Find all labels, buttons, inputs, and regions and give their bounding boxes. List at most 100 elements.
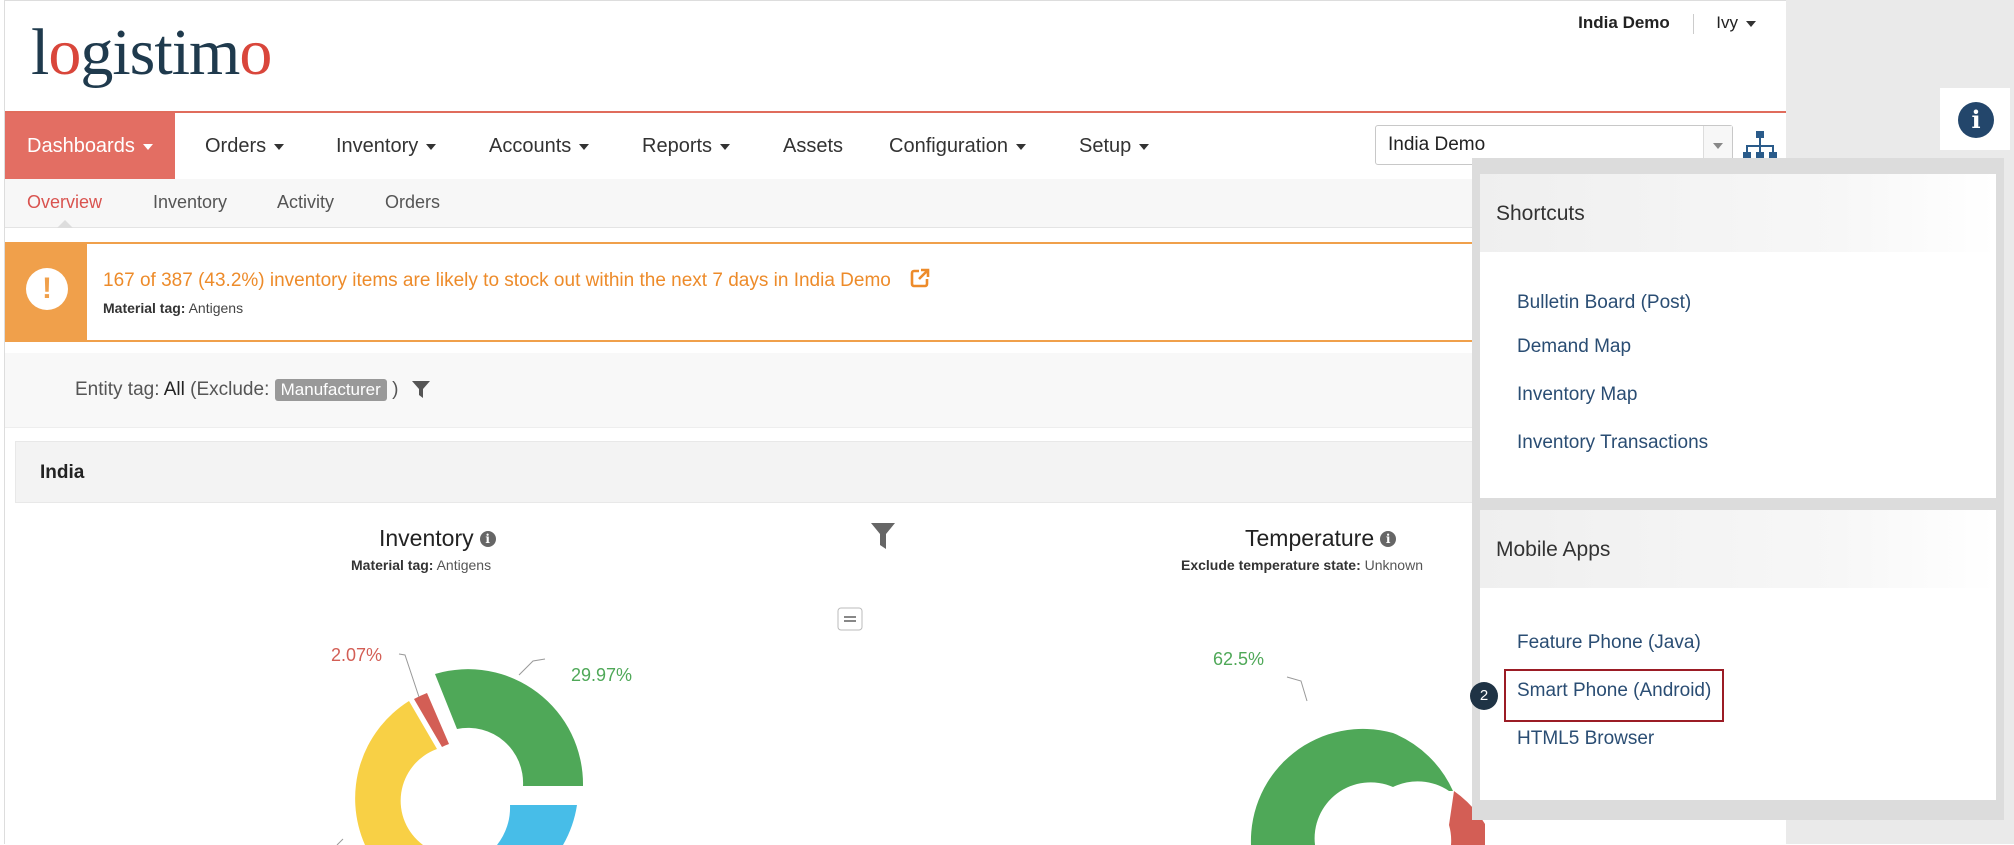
label-leader-line bbox=[398, 653, 420, 698]
link-demand-map[interactable]: Demand Map bbox=[1517, 336, 1631, 358]
link-bulletin-board[interactable]: Bulletin Board (Post) bbox=[1517, 292, 1691, 314]
card-title: Shortcuts bbox=[1496, 202, 1585, 225]
link-inventory-map[interactable]: Inventory Map bbox=[1517, 384, 1637, 406]
temperature-chart-title: Temperature i bbox=[1245, 525, 1397, 552]
tab-inventory[interactable]: Inventory bbox=[153, 179, 227, 227]
logo-letter-o-red: o bbox=[48, 16, 81, 89]
current-domain-name: India Demo bbox=[1578, 13, 1670, 32]
tab-label: Inventory bbox=[153, 192, 228, 212]
chart-sub-label: Material tag: bbox=[351, 557, 434, 573]
nav-label: Orders bbox=[205, 135, 267, 157]
logo-letter-o-red: o bbox=[239, 16, 272, 89]
alert-message-text: 167 of 387 (43.2%) inventory items are l… bbox=[103, 270, 891, 291]
alert-message[interactable]: 167 of 387 (43.2%) inventory items are l… bbox=[103, 268, 930, 292]
user-area: India Demo Ivy bbox=[1578, 13, 1756, 34]
link-inventory-transactions[interactable]: Inventory Transactions bbox=[1517, 432, 1708, 454]
chevron-down-icon bbox=[426, 143, 437, 150]
chevron-down-icon bbox=[142, 143, 153, 150]
nav-setup[interactable]: Setup bbox=[1079, 113, 1150, 179]
chevron-down-icon bbox=[274, 143, 285, 150]
chart-menu-icon[interactable] bbox=[837, 607, 863, 631]
nav-assets[interactable]: Assets bbox=[783, 113, 843, 179]
label-leader-line bbox=[336, 838, 344, 845]
chart-title-text: Temperature bbox=[1245, 525, 1375, 551]
donut-slice-blue[interactable] bbox=[497, 805, 577, 845]
nav-label: Setup bbox=[1079, 135, 1132, 157]
divider bbox=[1692, 13, 1694, 34]
tab-label: Overview bbox=[27, 192, 103, 212]
nav-inventory[interactable]: Inventory bbox=[336, 113, 437, 179]
alert-tag-label: Material tag: bbox=[103, 300, 186, 316]
step-badge: 2 bbox=[1470, 682, 1498, 710]
donut-slice-green[interactable] bbox=[1393, 733, 1453, 791]
donut-slice-green[interactable] bbox=[435, 669, 584, 786]
nav-label: Reports bbox=[642, 135, 713, 157]
entity-tag-value: All bbox=[163, 379, 185, 400]
chevron-down-icon bbox=[720, 143, 731, 150]
chevron-down-icon bbox=[579, 143, 590, 150]
info-icon[interactable]: i bbox=[1958, 102, 1994, 138]
link-html5-browser[interactable]: HTML5 Browser bbox=[1517, 728, 1654, 750]
alert-subtext: Material tag: Antigens bbox=[103, 300, 243, 316]
link-feature-phone[interactable]: Feature Phone (Java) bbox=[1517, 632, 1701, 654]
nav-configuration[interactable]: Configuration bbox=[889, 113, 1026, 179]
filter-icon[interactable] bbox=[411, 380, 430, 399]
logo-letters: gistim bbox=[80, 16, 240, 89]
alert-tag-value: Antigens bbox=[188, 300, 244, 316]
tab-label: Activity bbox=[277, 192, 335, 212]
chart-filter-icon[interactable] bbox=[871, 523, 895, 551]
chart-sub-value: Antigens bbox=[436, 557, 492, 573]
exclude-close: ) bbox=[392, 379, 399, 400]
nav-orders[interactable]: Orders bbox=[205, 113, 285, 179]
info-icon[interactable]: i bbox=[1380, 531, 1397, 547]
tab-overview[interactable]: Overview bbox=[27, 179, 103, 228]
user-name: Ivy bbox=[1716, 13, 1738, 32]
nav-reports[interactable]: Reports bbox=[642, 113, 731, 179]
external-link-icon[interactable] bbox=[910, 268, 930, 288]
nav-label: Dashboards bbox=[27, 135, 135, 157]
chart-sub-label: Exclude temperature state: bbox=[1181, 557, 1361, 573]
user-menu[interactable]: Ivy bbox=[1716, 13, 1756, 32]
card-title: Mobile Apps bbox=[1496, 538, 1611, 561]
donut-slice-green[interactable] bbox=[1250, 728, 1393, 845]
label-leader-line bbox=[1286, 676, 1308, 702]
chart-sub-value: Unknown bbox=[1364, 557, 1423, 573]
domain-select-value: India Demo bbox=[1388, 134, 1486, 155]
shortcuts-card: Shortcuts Bulletin Board (Post) Demand M… bbox=[1480, 174, 1996, 498]
alert-side: ! bbox=[7, 244, 87, 340]
donut-slice-yellow[interactable] bbox=[355, 701, 437, 845]
section-title: India bbox=[40, 462, 85, 483]
temperature-donut-chart bbox=[1250, 676, 1485, 845]
nav-accounts[interactable]: Accounts bbox=[489, 113, 590, 179]
nav-label: Accounts bbox=[489, 135, 572, 157]
chevron-down-icon bbox=[1015, 143, 1026, 150]
entity-tag-label: Entity tag: bbox=[75, 379, 160, 400]
tab-activity[interactable]: Activity bbox=[277, 179, 334, 227]
tab-orders[interactable]: Orders bbox=[385, 179, 440, 227]
info-icon[interactable]: i bbox=[479, 531, 496, 547]
nav-dashboards[interactable]: Dashboards bbox=[5, 113, 175, 179]
inventory-chart-subtitle: Material tag: Antigens bbox=[351, 557, 491, 573]
info-button[interactable]: i bbox=[1940, 88, 2010, 150]
exclude-tag: Manufacturer bbox=[274, 379, 387, 401]
inventory-label-red: 2.07% bbox=[331, 645, 383, 665]
logistimo-logo[interactable]: logistimo bbox=[31, 15, 272, 91]
inventory-chart-title: Inventory i bbox=[379, 525, 496, 552]
temperature-label-green: 62.5% bbox=[1213, 649, 1265, 669]
exclamation-icon: ! bbox=[26, 268, 68, 310]
logo-letter-l: l bbox=[31, 16, 49, 89]
chart-title-text: Inventory bbox=[379, 525, 474, 551]
highlight-box bbox=[1504, 669, 1724, 722]
nav-label: Assets bbox=[783, 135, 844, 157]
card-header: Mobile Apps bbox=[1480, 510, 1996, 588]
label-leader-line bbox=[518, 658, 546, 676]
nav-label: Inventory bbox=[336, 135, 419, 157]
card-header: Shortcuts bbox=[1480, 174, 1996, 252]
hierarchy-icon[interactable] bbox=[1743, 131, 1777, 161]
exclude-label: (Exclude: bbox=[190, 379, 270, 400]
inventory-label-green: 29.97% bbox=[571, 665, 633, 685]
chevron-down-icon bbox=[1139, 143, 1150, 150]
entity-tag-filter: Entity tag: All (Exclude: Manufacturer ) bbox=[75, 379, 430, 401]
chevron-down-icon bbox=[1746, 20, 1756, 27]
mobile-apps-card: Mobile Apps Feature Phone (Java) Smart P… bbox=[1480, 510, 1996, 800]
